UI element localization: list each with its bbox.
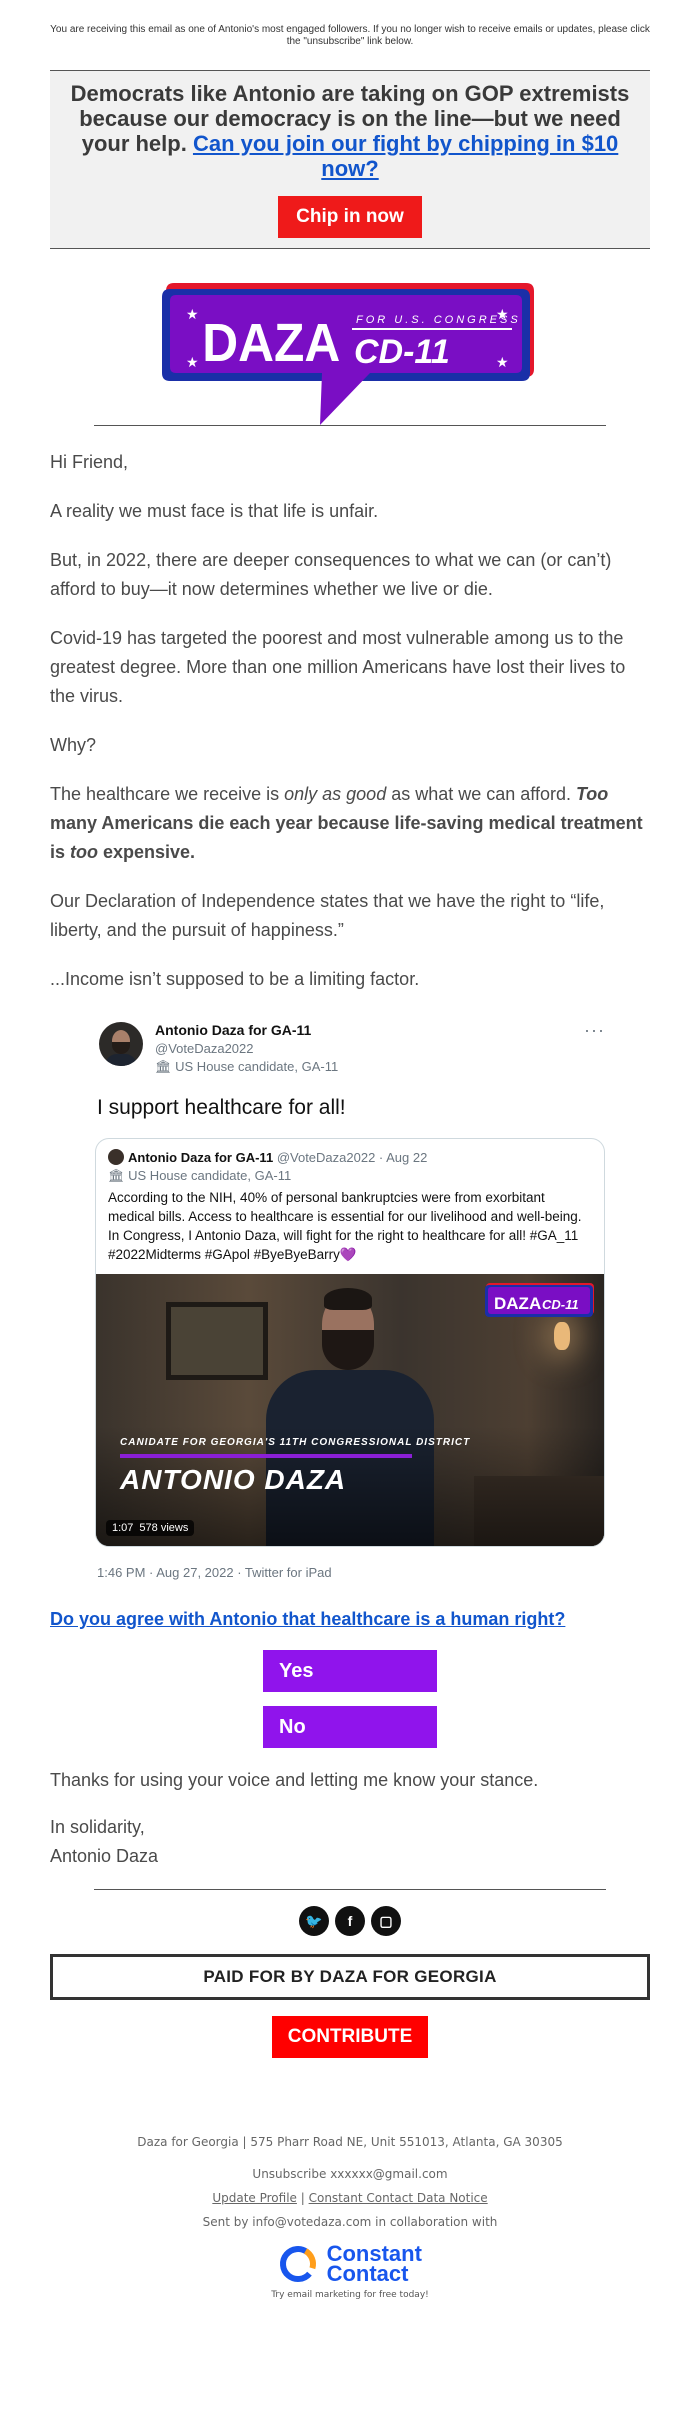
update-profile-link[interactable]: Update Profile (212, 2191, 297, 2205)
footer-separator: | (296, 2191, 309, 2205)
logo-name: DAZA (202, 312, 340, 372)
contribute-container: CONTRIBUTE (50, 2016, 650, 2058)
avatar (108, 1149, 124, 1165)
quoted-author-name: Antonio Daza for GA-11 (128, 1150, 274, 1165)
tweet-author-label: 🏛 US House candidate, GA-11 (155, 1059, 338, 1075)
email-container: You are receiving this email as one of A… (50, 0, 650, 2300)
more-options-icon[interactable]: ··· (584, 1020, 605, 1041)
sent-by-text: Sent by info@votedaza.com in collaborati… (202, 2215, 498, 2229)
footer-address: Daza for Georgia | 575 Pharr Road NE, Un… (137, 2135, 563, 2149)
text-emphasis: only as good (284, 784, 387, 804)
logo-district: CD-11 (354, 333, 450, 371)
text-run: as what we can afford. (386, 784, 576, 804)
donation-banner: Democrats like Antonio are taking on GOP… (50, 71, 650, 248)
tweet-timestamp[interactable]: 1:46 PM · Aug 27, 2022 · Twitter for iPa… (97, 1565, 605, 1580)
text-run: The healthcare we receive is (50, 784, 285, 804)
avatar[interactable] (99, 1022, 143, 1066)
tweet-author-name[interactable]: Antonio Daza for GA-11 (155, 1022, 311, 1038)
preheader-text: You are receiving this email as one of A… (50, 24, 650, 47)
website-icon[interactable]: ▢ (371, 1906, 401, 1936)
tweet-label-text: US House candidate, GA-11 (175, 1059, 339, 1074)
quoted-tweet-header: Antonio Daza for GA-11 @VoteDaza2022 · A… (96, 1139, 604, 1165)
cc-wordmark: Constant Contact (326, 2243, 422, 2286)
quoted-tweet[interactable]: Antonio Daza for GA-11 @VoteDaza2022 · A… (95, 1138, 605, 1547)
quoted-label-text: US House candidate, GA-11 (128, 1168, 292, 1183)
signoff-text: In solidarity, (50, 1817, 145, 1837)
letter-body: Hi Friend, A reality we must face is tha… (50, 426, 650, 994)
quoted-author-label: 🏛 US House candidate, GA-11 (96, 1165, 604, 1184)
video-lamp (554, 1322, 570, 1350)
video-duration: 1:07 (112, 1522, 134, 1534)
paragraph: Why? (50, 735, 97, 755)
video-player[interactable]: DAZA CD-11 CANIDATE FOR GEORGIA'S 11TH C… (96, 1274, 604, 1546)
facebook-icon[interactable]: f (335, 1906, 365, 1936)
tweet-header: Antonio Daza for GA-11 @VoteDaza2022 🏛 U… (95, 1014, 605, 1078)
footer-links: Update Profile | Constant Contact Data N… (50, 2186, 650, 2210)
embedded-tweet[interactable]: Antonio Daza for GA-11 @VoteDaza2022 🏛 U… (95, 1014, 605, 1580)
avatar-shirt (105, 1054, 137, 1066)
star-icon: ★ (496, 354, 509, 370)
avatar-beard (112, 1042, 130, 1054)
banner-text: Democrats like Antonio are taking on GOP… (70, 81, 630, 181)
video-views: 578 views (139, 1522, 189, 1534)
poll-yes-button[interactable]: Yes (263, 1650, 437, 1692)
section-divider (94, 1889, 606, 1890)
constant-contact-icon (280, 2246, 317, 2282)
signature-text: Antonio Daza (50, 1846, 159, 1866)
tweet-text: I support healthcare for all! (97, 1096, 346, 1119)
government-building-icon: 🏛 (155, 1059, 172, 1074)
banner-donate-link[interactable]: Can you join our fight by chipping in $1… (193, 131, 618, 181)
text-strong: expensive. (98, 842, 196, 862)
paragraph: Covid-19 has targeted the poorest and mo… (50, 628, 626, 706)
quoted-tweet-text: According to the NIH, 40% of personal ba… (108, 1190, 582, 1262)
social-links: 🐦 f ▢ (50, 1906, 650, 1942)
cc-line2: Contact (326, 2261, 409, 2286)
chip-in-button[interactable]: Chip in now (278, 196, 422, 238)
paragraph: The healthcare we receive is only as goo… (50, 780, 650, 867)
video-logo: DAZA CD-11 (485, 1283, 594, 1317)
text-emphasis: too (70, 842, 98, 862)
video-logo-district: CD-11 (542, 1297, 579, 1312)
twitter-icon[interactable]: 🐦 (299, 1906, 329, 1936)
text-emphasis: Too (575, 784, 609, 804)
video-duration-badge: 1:07 578 views (106, 1520, 195, 1536)
video-wall-frame (166, 1302, 268, 1380)
email-footer: Daza for Georgia | 575 Pharr Road NE, Un… (50, 2130, 650, 2234)
star-icon: ★ (186, 354, 199, 370)
video-name-bar (120, 1454, 412, 1458)
paragraph: A reality we must face is that life is u… (50, 501, 379, 521)
poll-question-link[interactable]: Do you agree with Antonio that healthcar… (50, 1608, 650, 1630)
logo-line1: FOR U.S. CONGRESS (356, 314, 521, 326)
poll-no-button[interactable]: No (263, 1706, 437, 1748)
footer-gap (50, 2154, 650, 2162)
government-building-icon: 🏛 (108, 1168, 125, 1183)
cc-tagline: Try email marketing for free today! (271, 2290, 429, 2300)
paragraph: Our Declaration of Independence states t… (50, 891, 605, 940)
contribute-button[interactable]: CONTRIBUTE (271, 2016, 429, 2058)
quoted-author-meta: @VoteDaza2022 · Aug 22 (276, 1150, 428, 1165)
video-subtitle: CANIDATE FOR GEORGIA'S 11TH CONGRESSIONA… (120, 1437, 471, 1448)
daza-cd11-logo: ★ ★ ★ ★ DAZA FOR U.S. CONGRESS CD-11 (162, 283, 534, 425)
paragraph: But, in 2022, there are deeper consequen… (50, 550, 612, 599)
video-name: ANTONIO DAZA (120, 1464, 347, 1495)
thanks-text: Thanks for using your voice and letting … (50, 1770, 539, 1790)
star-icon: ★ (186, 306, 199, 322)
closing: Thanks for using your voice and letting … (50, 1766, 650, 1871)
video-logo-name: DAZA (494, 1294, 541, 1313)
greeting: Hi Friend, (50, 452, 129, 472)
tweet-author-handle[interactable]: @VoteDaza2022 (155, 1041, 254, 1056)
campaign-logo: ★ ★ ★ ★ DAZA FOR U.S. CONGRESS CD-11 (50, 249, 650, 425)
constant-contact-logo[interactable]: Constant Contact Try email marketing for… (50, 2243, 650, 2301)
paragraph: ...Income isn’t supposed to be a limitin… (50, 969, 420, 989)
data-notice-link[interactable]: Constant Contact Data Notice (309, 2191, 488, 2205)
video-person-hair (324, 1288, 372, 1310)
unsubscribe-link[interactable]: Unsubscribe xxxxxx@gmail.com (50, 2162, 650, 2186)
paid-for-disclaimer: PAID FOR BY DAZA FOR GEORGIA (50, 1954, 650, 2000)
